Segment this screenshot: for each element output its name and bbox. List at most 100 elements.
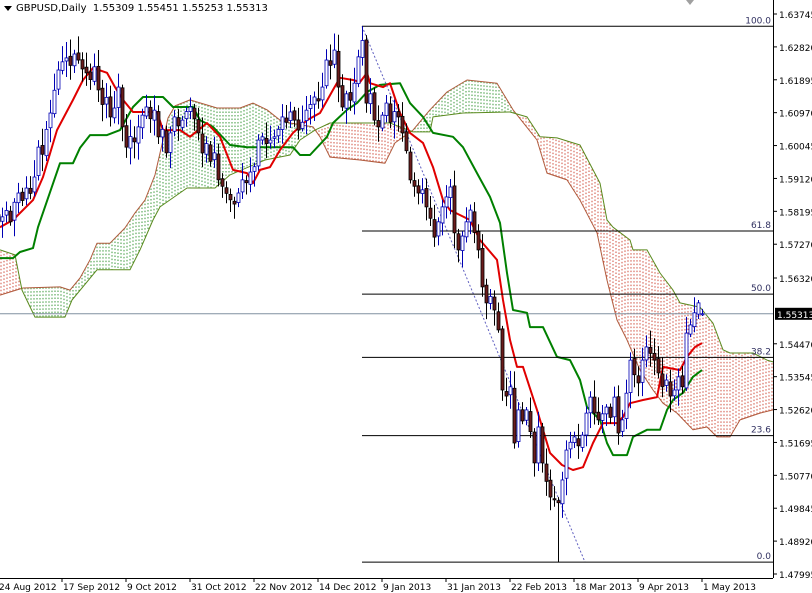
fibonacci-retracement[interactable]: 0.0 23.6 38.2 50.0 61.8 100.0 bbox=[361, 16, 773, 563]
candle-body bbox=[552, 498, 557, 501]
bear-candle bbox=[316, 81, 321, 109]
bear-candle bbox=[544, 448, 549, 496]
candle-body bbox=[636, 375, 641, 384]
time-tick-label: 9 Oct 2012 bbox=[127, 583, 177, 593]
candle-body bbox=[32, 176, 37, 193]
bull-candle bbox=[624, 379, 629, 430]
chart-header: GBPUSD,Daily 1.55309 1.55451 1.55253 1.5… bbox=[4, 3, 268, 14]
candle-body bbox=[328, 60, 333, 66]
chart-shift-marker-icon bbox=[686, 0, 694, 5]
bull-candle bbox=[384, 94, 389, 123]
time-tick-label: 31 Jan 2013 bbox=[447, 583, 501, 593]
candle-body bbox=[528, 411, 533, 432]
time-tick-label: 1 May 2013 bbox=[703, 583, 756, 593]
bear-candle bbox=[432, 204, 437, 247]
candle-body bbox=[0, 216, 5, 222]
dropdown-triangle-icon[interactable] bbox=[4, 5, 12, 11]
bear-candle bbox=[328, 44, 333, 80]
candle-body bbox=[208, 144, 213, 162]
bull-candle bbox=[664, 374, 669, 392]
bull-candle bbox=[116, 73, 121, 125]
bull-candle bbox=[0, 207, 5, 238]
candle-body bbox=[228, 194, 233, 201]
candle-body bbox=[572, 436, 577, 443]
candle-body bbox=[212, 152, 217, 161]
time-tick-label: 14 Dec 2012 bbox=[319, 583, 377, 593]
bull-candle bbox=[268, 125, 273, 149]
candle-body bbox=[576, 438, 581, 447]
candle-body bbox=[548, 479, 553, 498]
candle-body bbox=[512, 387, 517, 444]
bull-candle bbox=[144, 94, 149, 120]
bear-candle bbox=[484, 278, 489, 320]
candle-body bbox=[140, 114, 145, 129]
candle-body bbox=[124, 125, 129, 148]
kijun-sen-line bbox=[0, 82, 703, 457]
candle-body bbox=[132, 137, 137, 143]
candle-body bbox=[344, 93, 349, 109]
bear-candle bbox=[656, 346, 661, 379]
candle-body bbox=[460, 235, 465, 251]
candle-body bbox=[308, 104, 313, 109]
candle-body bbox=[584, 412, 589, 436]
bull-candle bbox=[236, 188, 241, 208]
bear-candle bbox=[520, 402, 525, 425]
candle-body bbox=[52, 89, 57, 115]
bull-candle bbox=[612, 386, 617, 426]
candle-body bbox=[276, 128, 281, 137]
candle-body bbox=[20, 191, 25, 201]
candle-body bbox=[532, 431, 537, 464]
bull-candle bbox=[300, 105, 305, 132]
candle-body bbox=[648, 346, 653, 354]
candle-body bbox=[356, 56, 361, 85]
bear-candle bbox=[528, 397, 533, 438]
candle-body bbox=[628, 359, 633, 393]
price-tick-label: 1.59120 bbox=[779, 175, 812, 185]
candle-body bbox=[8, 210, 13, 223]
candle-body bbox=[544, 463, 549, 482]
candle-body bbox=[492, 296, 497, 311]
bull-candle bbox=[16, 182, 21, 214]
bull-candle bbox=[676, 368, 681, 406]
price-tick-label: 1.56320 bbox=[779, 275, 812, 285]
candle-body bbox=[644, 346, 649, 361]
candle-body bbox=[244, 180, 249, 184]
bull-candle bbox=[64, 42, 69, 77]
bear-candle bbox=[244, 175, 249, 195]
bull-candle bbox=[360, 26, 365, 66]
candle-body bbox=[156, 111, 161, 138]
candle-body bbox=[252, 166, 257, 172]
bear-candle bbox=[552, 486, 557, 507]
time-tick-label: 22 Feb 2013 bbox=[511, 583, 567, 593]
bear-candle bbox=[652, 338, 657, 376]
candle-body bbox=[92, 66, 97, 82]
candle-body bbox=[4, 210, 9, 216]
price-chart[interactable]: 0.023.638.250.061.8100.0 1.637451.628201… bbox=[0, 0, 812, 593]
bull-candle bbox=[36, 140, 41, 181]
candle-body bbox=[56, 69, 61, 90]
candle-body bbox=[420, 189, 425, 194]
ichimoku-cloud bbox=[0, 79, 774, 438]
bull-candle bbox=[128, 119, 133, 165]
candle-body bbox=[332, 49, 337, 65]
candle-body bbox=[144, 106, 149, 117]
candle-body bbox=[240, 179, 245, 193]
high-value: 1.55451 bbox=[137, 3, 179, 14]
candle-body bbox=[416, 185, 421, 194]
candle-body bbox=[284, 117, 289, 123]
bear-candle bbox=[364, 35, 369, 113]
candle-body bbox=[180, 119, 185, 128]
bear-candle bbox=[340, 74, 345, 112]
candle-body bbox=[608, 406, 613, 418]
candle-body bbox=[380, 114, 385, 129]
fib-level-label: 50.0 bbox=[751, 284, 771, 294]
bear-candle bbox=[412, 172, 417, 197]
bear-candle bbox=[108, 85, 113, 127]
close-value: 1.55313 bbox=[226, 3, 268, 14]
bear-candle bbox=[164, 125, 169, 158]
bull-candle bbox=[32, 160, 37, 197]
price-tick-label: 1.49845 bbox=[779, 505, 812, 515]
bear-candle bbox=[40, 128, 45, 172]
tenkan-sen-line bbox=[0, 66, 703, 471]
bear-candle bbox=[228, 188, 233, 212]
